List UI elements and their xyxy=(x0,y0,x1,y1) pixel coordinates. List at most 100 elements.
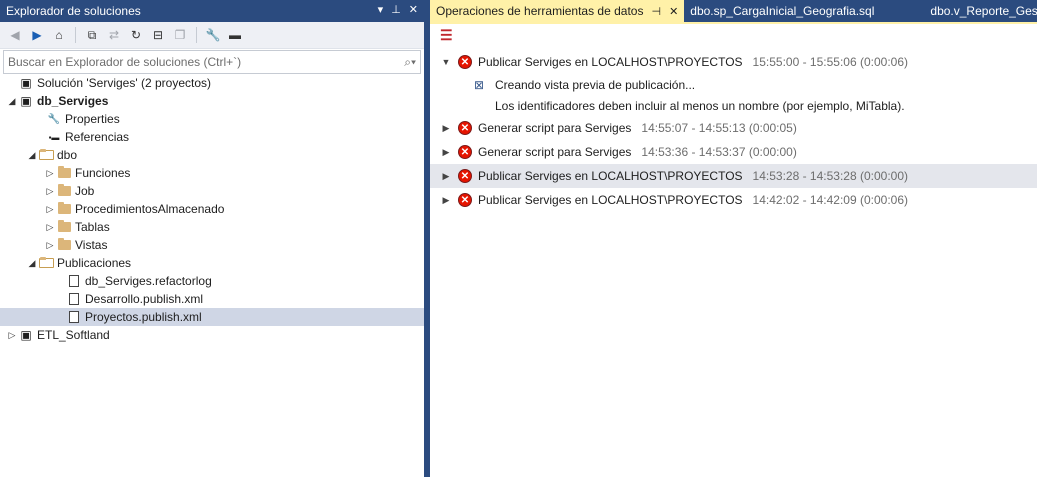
tree-item[interactable]: Desarrollo.publish.xml xyxy=(0,290,424,308)
publish-file-icon xyxy=(66,292,82,306)
tree-item[interactable]: ◢ ▣ db_Serviges xyxy=(0,92,424,110)
pin-icon[interactable]: ⊥ xyxy=(391,3,401,16)
operation-time: 14:42:02 - 14:42:09 (0:00:06) xyxy=(752,193,908,207)
etl-project-icon: ▣ xyxy=(20,328,32,342)
tree-item-label: db_Serviges.refactorlog xyxy=(85,274,212,288)
tree-item-label: Publicaciones xyxy=(57,256,132,270)
tree-item[interactable]: ▷ Funciones xyxy=(0,164,424,182)
expand-arrow-icon[interactable]: ▷ xyxy=(6,330,18,341)
folder-icon xyxy=(56,166,72,180)
expand-arrow-icon[interactable]: ▶ xyxy=(438,171,454,182)
close-icon[interactable]: ✕ xyxy=(409,3,418,16)
wrench-icon: 🔧 xyxy=(47,113,61,125)
publish-file-icon xyxy=(66,310,82,324)
expand-arrow-icon[interactable]: ▷ xyxy=(44,168,56,179)
operation-row[interactable]: ▶ ✕ Publicar Serviges en LOCALHOST\PROYECT… xyxy=(430,164,1037,188)
error-icon: ✕ xyxy=(458,121,472,135)
references-icon: ▪▬ xyxy=(48,132,60,142)
tree-item[interactable]: ▪▬ Referencias xyxy=(0,128,424,146)
document-tab[interactable]: dbo.v_Reporte_Ges...cue xyxy=(924,0,1037,22)
tree-item[interactable]: ◢ Publicaciones xyxy=(0,254,424,272)
properties-wrench-icon[interactable]: 🔧 xyxy=(204,26,222,44)
show-all-files-icon[interactable]: ❐ xyxy=(171,26,189,44)
preview-icon[interactable]: ▬ xyxy=(226,26,244,44)
tree-item-label: Funciones xyxy=(75,166,131,180)
search-input[interactable]: Buscar en Explorador de soluciones (Ctrl… xyxy=(8,55,404,69)
operation-title: Generar script para Serviges xyxy=(478,145,632,159)
tab-label: dbo.v_Reporte_Ges...cue xyxy=(930,4,1037,18)
tree-item[interactable]: ▷ Job xyxy=(0,182,424,200)
folder-icon xyxy=(56,220,72,234)
folder-icon xyxy=(56,238,72,252)
clear-list-icon[interactable]: ☰ xyxy=(440,27,453,44)
data-tools-operations-panel: Operaciones de herramientas de datos ⊣ ✕ db… xyxy=(430,0,1037,477)
document-tab[interactable]: Operaciones de herramientas de datos ⊣ ✕ xyxy=(430,0,685,22)
pending-changes-icon[interactable]: ⧉ xyxy=(83,26,101,44)
error-icon: ✕ xyxy=(458,145,472,159)
expand-arrow-icon[interactable]: ▷ xyxy=(44,186,56,197)
tree-item[interactable]: 🔧 Properties xyxy=(0,110,424,128)
collapse-arrow-icon[interactable]: ▼ xyxy=(438,57,454,67)
operation-row[interactable]: ▶ ✕ Generar script para Serviges 14:53:36 -… xyxy=(430,140,1037,164)
operations-list: ▼ ✕ Publicar Serviges en LOCALHOST\PROYECT… xyxy=(430,50,1037,212)
back-icon[interactable]: ◀ xyxy=(6,26,24,44)
tree-item-label: ETL_Softland xyxy=(37,328,110,342)
operation-time: 15:55:00 - 15:55:06 (0:00:06) xyxy=(752,55,908,69)
tree-item[interactable]: ▣ Solución 'Serviges' (2 proyectos) xyxy=(0,74,424,92)
error-icon: ✕ xyxy=(458,193,472,207)
operation-detail: Los identificadores deben incluir al men… xyxy=(430,95,1037,116)
tree-item[interactable]: ▷ ▣ ETL_Softland xyxy=(0,326,424,344)
close-tab-icon[interactable]: ✕ xyxy=(669,5,678,18)
tree-item-label: ProcedimientosAlmacenado xyxy=(75,202,225,216)
collapse-all-icon[interactable]: ⊟ xyxy=(149,26,167,44)
folder-open-icon xyxy=(38,148,54,162)
collapse-arrow-icon[interactable]: ◢ xyxy=(26,258,38,269)
operation-title: Publicar Serviges en LOCALHOST\PROYECTOS xyxy=(478,55,743,69)
folder-icon xyxy=(56,202,72,216)
document-tab[interactable]: dbo.sp_CargaInicial_Geografia.sql xyxy=(684,0,924,22)
document-tabs: Operaciones de herramientas de datos ⊣ ✕ db… xyxy=(430,0,1037,22)
operation-title: Publicar Serviges en LOCALHOST\PROYECTOS xyxy=(478,193,743,207)
tree-item-label: Solución 'Serviges' (2 proyectos) xyxy=(37,76,211,90)
toolbar-separator xyxy=(75,27,76,43)
error-icon: ✕ xyxy=(458,169,472,183)
operation-title: Generar script para Serviges xyxy=(478,121,632,135)
solution-icon: ▣ xyxy=(20,76,32,90)
operation-row[interactable]: ▼ ✕ Publicar Serviges en LOCALHOST\PROYECT… xyxy=(430,50,1037,74)
pin-icon[interactable]: ⊣ xyxy=(651,5,661,18)
expand-arrow-icon[interactable]: ▶ xyxy=(438,195,454,206)
expand-arrow-icon[interactable]: ▷ xyxy=(44,240,56,251)
home-icon[interactable]: ⌂ xyxy=(50,26,68,44)
operation-row[interactable]: ▶ ✕ Publicar Serviges en LOCALHOST\PROYECT… xyxy=(430,188,1037,212)
tree-item-label: Properties xyxy=(65,112,120,126)
tree-item-label: Tablas xyxy=(75,220,110,234)
sync-icon[interactable]: ⇄ xyxy=(105,26,123,44)
expand-arrow-icon[interactable]: ▷ xyxy=(44,204,56,215)
error-icon: ✕ xyxy=(458,55,472,69)
operation-title: Publicar Serviges en LOCALHOST\PROYECTOS xyxy=(478,169,743,183)
operation-detail-text: Creando vista previa de publicación... xyxy=(495,77,696,92)
tree-item[interactable]: ◢ dbo xyxy=(0,146,424,164)
operations-toolbar: ☰ xyxy=(430,24,1037,46)
dropdown-icon[interactable]: ▾ xyxy=(378,3,384,16)
tree-item[interactable]: ▷ ProcedimientosAlmacenado xyxy=(0,200,424,218)
tree-item[interactable]: db_Serviges.refactorlog xyxy=(0,272,424,290)
expand-arrow-icon[interactable]: ▷ xyxy=(44,222,56,233)
collapse-arrow-icon[interactable]: ◢ xyxy=(6,96,18,107)
toolbar-separator xyxy=(196,27,197,43)
tree-item-label: db_Serviges xyxy=(37,94,109,108)
search-box[interactable]: Buscar en Explorador de soluciones (Ctrl… xyxy=(3,50,421,74)
collapse-arrow-icon[interactable]: ◢ xyxy=(26,150,38,161)
refresh-icon[interactable]: ↻ xyxy=(127,26,145,44)
expand-arrow-icon[interactable]: ▶ xyxy=(438,147,454,158)
forward-icon[interactable]: ▶ xyxy=(28,26,46,44)
operation-row[interactable]: ▶ ✕ Generar script para Serviges 14:55:07 -… xyxy=(430,116,1037,140)
expand-arrow-icon[interactable]: ▶ xyxy=(438,123,454,134)
tree-item[interactable]: ▷ Vistas xyxy=(0,236,424,254)
operation-detail-text: Los identificadores deben incluir al men… xyxy=(495,98,905,113)
search-icon[interactable]: ⌕▾ xyxy=(404,55,416,70)
tree-item[interactable]: Proyectos.publish.xml xyxy=(0,308,424,326)
tree-item[interactable]: ▷ Tablas xyxy=(0,218,424,236)
tree-item-label: Referencias xyxy=(65,130,130,144)
tree-item-label: Desarrollo.publish.xml xyxy=(85,292,204,306)
